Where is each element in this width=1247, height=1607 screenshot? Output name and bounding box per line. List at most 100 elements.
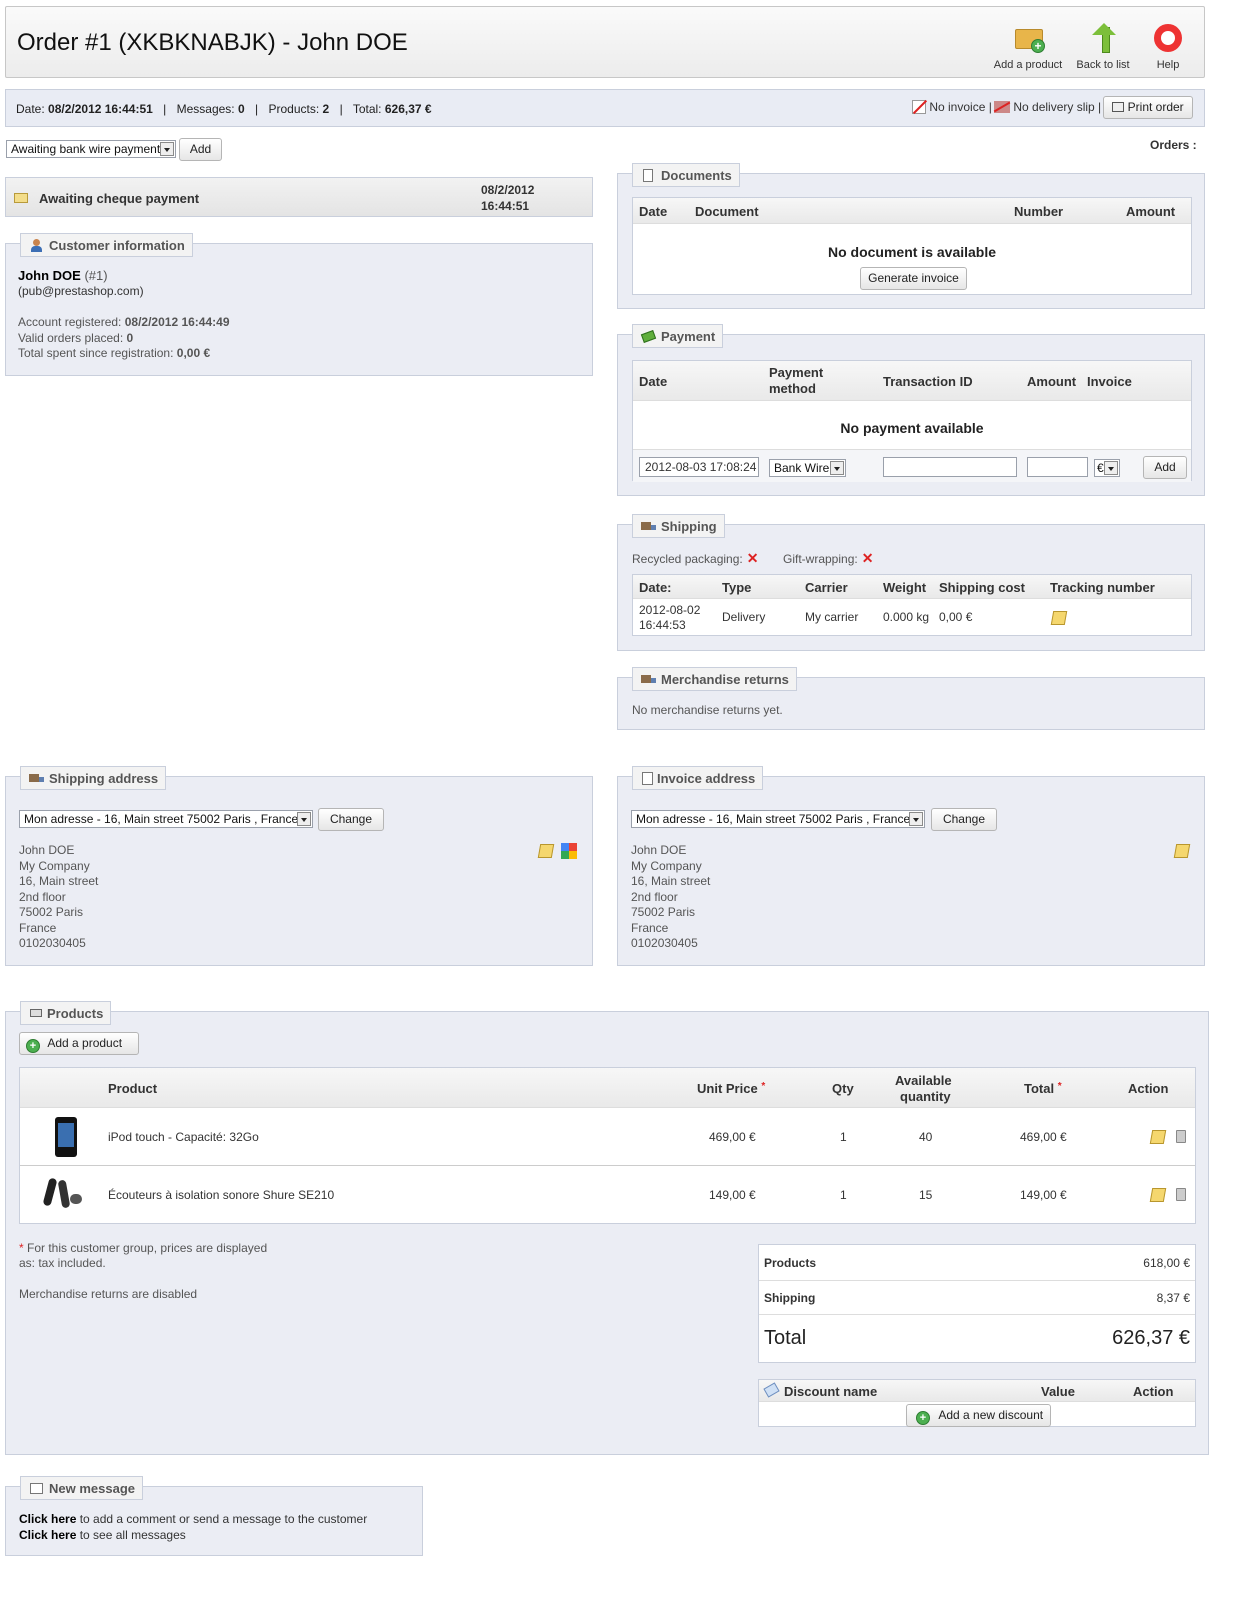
documents-legend: Documents (632, 163, 740, 187)
gift-no-icon: ✕ (861, 550, 874, 566)
table-row: iPod touch - Capacité: 32Go 469,00 € 1 4… (20, 1108, 1195, 1166)
add-product-button[interactable]: + Add a product (19, 1032, 139, 1055)
documents-panel: Documents Date Document Number Amount No… (617, 163, 1205, 309)
generate-invoice-button[interactable]: Generate invoice (860, 267, 967, 290)
transaction-id-input[interactable] (883, 457, 1017, 477)
currency-select[interactable]: € (1094, 459, 1120, 477)
messages-count: 0 (237, 102, 245, 116)
add-icon: + (26, 1039, 40, 1053)
add-product-toolbar-button[interactable]: + Add a product (992, 21, 1064, 71)
truck-icon (29, 772, 44, 785)
chevron-down-icon (1104, 461, 1118, 475)
google-maps-icon[interactable] (561, 843, 577, 859)
recycled-no-icon: ✕ (746, 550, 759, 566)
page-title: Order #1 (XKBKNABJK) - John DOE (17, 29, 408, 56)
current-status: Awaiting cheque payment 08/2/2012 16:44:… (5, 177, 593, 217)
order-summary-bar: Date: 08/2/2012 16:44:51 | Messages: 0 |… (5, 89, 1205, 127)
truck-icon (641, 520, 656, 533)
customer-information-panel: Customer information John DOE (#1) (pub@… (5, 233, 593, 376)
chevron-down-icon (909, 812, 923, 826)
no-document-message: No document is available (827, 244, 997, 260)
merchandise-returns-panel: Merchandise returns No merchandise retur… (617, 667, 1205, 730)
back-to-list-button[interactable]: Back to list (1072, 21, 1134, 71)
edit-tracking-icon[interactable] (1050, 611, 1068, 625)
new-message-legend: New message (20, 1476, 143, 1500)
add-comment-link[interactable]: Click here (19, 1512, 76, 1526)
chevron-down-icon (160, 142, 174, 156)
no-invoice-icon (912, 99, 928, 115)
grand-total: 626,37 € (1112, 1327, 1190, 1349)
change-shipping-address-button[interactable]: Change (318, 808, 384, 831)
tax-note: * For this customer group, prices are di… (19, 1241, 268, 1255)
edit-product-icon[interactable] (1149, 1188, 1167, 1202)
user-icon (29, 239, 44, 252)
payment-legend: Payment (632, 324, 724, 348)
back-arrow-icon (1086, 21, 1120, 55)
change-invoice-address-button[interactable]: Change (931, 808, 997, 831)
invoice-address-text: John DOE My Company 16, Main street 2nd … (631, 843, 711, 950)
payment-panel: Payment Date Payment method Transaction … (617, 324, 1205, 496)
help-button[interactable]: Help (1146, 21, 1190, 71)
products-panel: Products + Add a product Product Unit Pr… (5, 1001, 1209, 1455)
money-icon (640, 330, 657, 343)
add-discount-button[interactable]: + Add a new discount (906, 1404, 1051, 1427)
edit-product-icon[interactable] (1149, 1130, 1167, 1144)
invoice-address-select[interactable]: Mon adresse - 16, Main street 75002 Pari… (631, 810, 925, 828)
invoice-address-legend: Invoice address (632, 766, 764, 790)
invoice-icon (641, 772, 656, 785)
shipping-address-panel: Shipping address Mon adresse - 16, Main … (5, 766, 593, 966)
shipping-address-legend: Shipping address (20, 766, 167, 790)
current-status-label: Awaiting cheque payment (39, 191, 200, 206)
order-total: 626,37 € (384, 102, 432, 116)
delete-icon[interactable] (1176, 1188, 1186, 1201)
product-name[interactable]: iPod touch - Capacité: 32Go (108, 1130, 259, 1144)
no-invoice: No invoice | (912, 99, 992, 115)
shipping-address-text: John DOE My Company 16, Main street 2nd … (19, 843, 99, 950)
folder-add-icon: + (1011, 21, 1045, 55)
no-payment-message: No payment available (840, 420, 984, 436)
payment-amount-input[interactable] (1027, 457, 1088, 477)
product-thumbnail (42, 1174, 84, 1216)
truck-icon (641, 673, 656, 686)
cart-icon (29, 1007, 44, 1020)
products-table: Product Unit Price * Qty Available quant… (19, 1067, 1196, 1224)
invoice-address-panel: Invoice address Mon adresse - 16, Main s… (617, 766, 1205, 966)
returns-disabled-note: Merchandise returns are disabled (19, 1287, 198, 1301)
order-date: 08/2/2012 16:44:51 (48, 102, 153, 116)
envelope-icon (14, 193, 28, 203)
page-header: Order #1 (XKBKNABJK) - John DOE + Add a … (5, 6, 1205, 78)
customer-information-legend: Customer information (20, 233, 193, 257)
edit-shipping-address-icon[interactable] (537, 844, 555, 858)
printer-icon (1112, 102, 1125, 112)
orders-label: Orders : (1150, 138, 1197, 152)
shipping-table: Date: Type Carrier Weight Shipping cost … (632, 574, 1192, 636)
customer-name[interactable]: John DOE (18, 268, 81, 283)
merchandise-returns-legend: Merchandise returns (632, 667, 797, 691)
chevron-down-icon (297, 812, 311, 826)
no-delivery-slip: No delivery slip | (993, 100, 1101, 114)
payment-table: Date Payment method Transaction ID Amoun… (632, 360, 1192, 482)
shipping-address-select[interactable]: Mon adresse - 16, Main street 75002 Pari… (19, 810, 313, 828)
print-order-button[interactable]: Print order (1103, 96, 1193, 119)
no-delivery-icon (993, 101, 1011, 113)
edit-invoice-address-icon[interactable] (1173, 844, 1191, 858)
customer-email[interactable]: (pub@prestashop.com) (18, 284, 144, 298)
table-row: Écouteurs à isolation sonore Shure SE210… (20, 1166, 1195, 1224)
products-legend: Products (20, 1001, 112, 1025)
payment-date-input[interactable]: 2012-08-03 17:08:24 (639, 457, 759, 477)
delete-icon[interactable] (1176, 1130, 1186, 1143)
add-payment-button[interactable]: Add (1143, 456, 1187, 479)
shipping-panel: Shipping Recycled packaging: ✕ Gift-wrapp… (617, 514, 1205, 651)
product-name[interactable]: Écouteurs à isolation sonore Shure SE210 (108, 1188, 334, 1202)
chevron-down-icon (830, 461, 844, 475)
see-messages-link[interactable]: Click here (19, 1528, 76, 1542)
order-status-select[interactable]: Awaiting bank wire payment (6, 140, 176, 158)
add-status-button[interactable]: Add (179, 138, 222, 161)
discount-table: Discount name Value Action + Add a new d… (758, 1379, 1196, 1427)
payment-method-select[interactable]: Bank Wire (769, 459, 846, 477)
documents-table: Date Document Number Amount No document … (632, 197, 1192, 295)
products-count: 2 (322, 102, 330, 116)
product-thumbnail (55, 1117, 77, 1157)
new-message-panel: New message Click here to add a comment … (5, 1476, 423, 1556)
order-totals: Products 618,00 € Shipping 8,37 € Total … (758, 1244, 1196, 1363)
